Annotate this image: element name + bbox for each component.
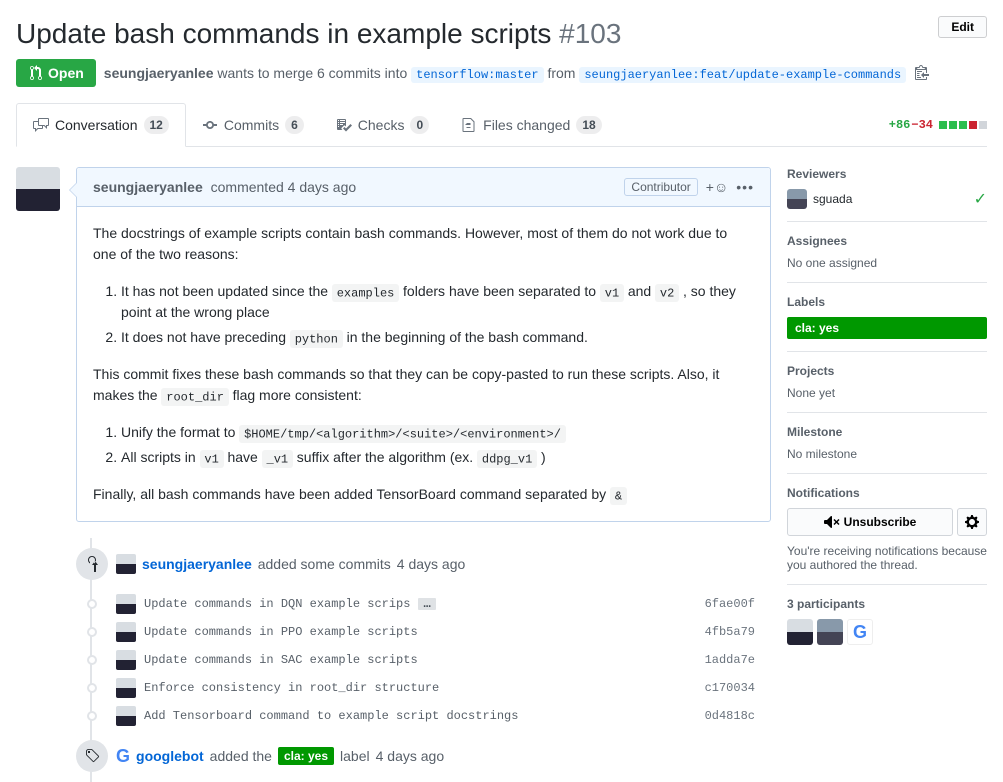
avatar[interactable] <box>787 619 813 645</box>
timeline-event: G googlebot added the cla: yes label 4 d… <box>116 746 444 767</box>
tag-icon <box>76 740 108 772</box>
tab-commits[interactable]: Commits 6 <box>186 103 320 146</box>
repo-push-icon <box>76 548 108 580</box>
commit-row: Add Tensorboard command to example scrip… <box>76 702 771 730</box>
commit-message-link[interactable]: Update commands in DQN example scrips <box>144 597 410 611</box>
expand-ellipsis[interactable]: … <box>418 598 435 610</box>
avatar[interactable]: G <box>847 619 873 645</box>
milestone-heading[interactable]: Milestone <box>787 425 987 439</box>
projects-heading[interactable]: Projects <box>787 364 987 378</box>
commit-sha-link[interactable]: 0d4818c <box>705 709 755 723</box>
comment-discussion-icon <box>33 117 49 133</box>
label-badge[interactable]: cla: yes <box>787 317 987 339</box>
files-count: 18 <box>576 116 601 134</box>
notification-settings-button[interactable] <box>957 508 987 536</box>
merge-description: seungjaeryanlee wants to merge 6 commits… <box>104 65 906 82</box>
comment-time: commented 4 days ago <box>207 179 356 195</box>
commit-row: Update commands in SAC example scripts 1… <box>76 646 771 674</box>
avatar[interactable] <box>817 619 843 645</box>
head-branch[interactable]: seungjaeryanlee:feat/update-example-comm… <box>579 67 906 83</box>
commit-sha-link[interactable]: c170034 <box>705 681 755 695</box>
avatar[interactable] <box>116 594 136 614</box>
commit-message-link[interactable]: Enforce consistency in root_dir structur… <box>144 681 439 695</box>
git-commit-icon <box>202 117 218 133</box>
list-item: All scripts in v1 have _v1 suffix after … <box>121 447 754 468</box>
reviewer-link[interactable]: sguada <box>813 192 852 206</box>
comment-author-link[interactable]: seungjaeryanlee <box>93 179 203 195</box>
commit-row: Update commands in PPO example scripts 4… <box>76 618 771 646</box>
add-reaction-icon[interactable]: +☺ <box>706 179 728 195</box>
mute-icon <box>824 514 840 530</box>
contributor-badge: Contributor <box>624 178 697 196</box>
paragraph: Finally, all bash commands have been add… <box>93 484 754 505</box>
list-item: It does not have preceding python in the… <box>121 327 754 348</box>
pr-author-link[interactable]: seungjaeryanlee <box>104 65 214 81</box>
timeline-event: seungjaeryanlee added some commits 4 day… <box>116 554 465 574</box>
conversation-count: 12 <box>144 116 169 134</box>
avatar[interactable] <box>787 189 807 209</box>
commit-row: Update commands in DQN example scrips … 6… <box>76 590 771 618</box>
paragraph: This commit fixes these bash commands so… <box>93 364 754 406</box>
google-icon: G <box>116 746 130 767</box>
edit-button[interactable]: Edit <box>938 16 987 38</box>
commit-sha-link[interactable]: 4fb5a79 <box>705 625 755 639</box>
avatar[interactable] <box>116 622 136 642</box>
page-title: Update bash commands in example scripts … <box>16 16 621 51</box>
commit-author-link[interactable]: seungjaeryanlee <box>142 556 252 572</box>
labels-heading[interactable]: Labels <box>787 295 987 309</box>
tab-checks[interactable]: Checks 0 <box>320 103 445 146</box>
checklist-icon <box>336 117 352 133</box>
check-icon: ✓ <box>974 189 987 209</box>
projects-value: None yet <box>787 386 987 400</box>
avatar[interactable] <box>116 678 136 698</box>
commit-message-link[interactable]: Update commands in PPO example scripts <box>144 625 418 639</box>
copy-icon[interactable] <box>914 64 930 83</box>
assignees-heading[interactable]: Assignees <box>787 234 987 248</box>
avatar[interactable] <box>116 706 136 726</box>
commits-count: 6 <box>285 116 304 134</box>
base-branch[interactable]: tensorflow:master <box>411 67 543 83</box>
pull-request-icon <box>28 65 44 81</box>
tab-files[interactable]: Files changed 18 <box>445 103 618 146</box>
avatar[interactable] <box>116 554 136 574</box>
comment: seungjaeryanlee commented 4 days ago Con… <box>76 167 771 522</box>
file-diff-icon <box>461 117 477 133</box>
commit-message-link[interactable]: Update commands in SAC example scripts <box>144 653 418 667</box>
unsubscribe-button[interactable]: Unsubscribe <box>787 508 953 536</box>
state-badge: Open <box>16 59 96 87</box>
list-item: It has not been updated since the exampl… <box>121 281 754 323</box>
commit-sha-link[interactable]: 6fae00f <box>705 597 755 611</box>
notification-description: You're receiving notifications because y… <box>787 544 987 572</box>
notifications-heading: Notifications <box>787 486 987 500</box>
avatar[interactable] <box>116 650 136 670</box>
checks-count: 0 <box>410 116 429 134</box>
reviewers-heading[interactable]: Reviewers <box>787 167 987 181</box>
paragraph: The docstrings of example scripts contai… <box>93 223 754 265</box>
kebab-icon[interactable]: ••• <box>736 179 754 195</box>
list-item: Unify the format to $HOME/tmp/<algorithm… <box>121 422 754 443</box>
tab-conversation[interactable]: Conversation 12 <box>16 103 186 147</box>
bot-author-link[interactable]: googlebot <box>136 748 204 764</box>
assignees-value: No one assigned <box>787 256 987 270</box>
diffstat[interactable]: +86 −34 <box>889 118 987 132</box>
commit-sha-link[interactable]: 1adda7e <box>705 653 755 667</box>
gear-icon <box>964 514 980 530</box>
milestone-value: No milestone <box>787 447 987 461</box>
participants-heading: 3 participants <box>787 597 987 611</box>
issue-number: #103 <box>559 18 621 49</box>
avatar[interactable] <box>16 167 60 211</box>
commit-message-link[interactable]: Add Tensorboard command to example scrip… <box>144 709 518 723</box>
commit-row: Enforce consistency in root_dir structur… <box>76 674 771 702</box>
